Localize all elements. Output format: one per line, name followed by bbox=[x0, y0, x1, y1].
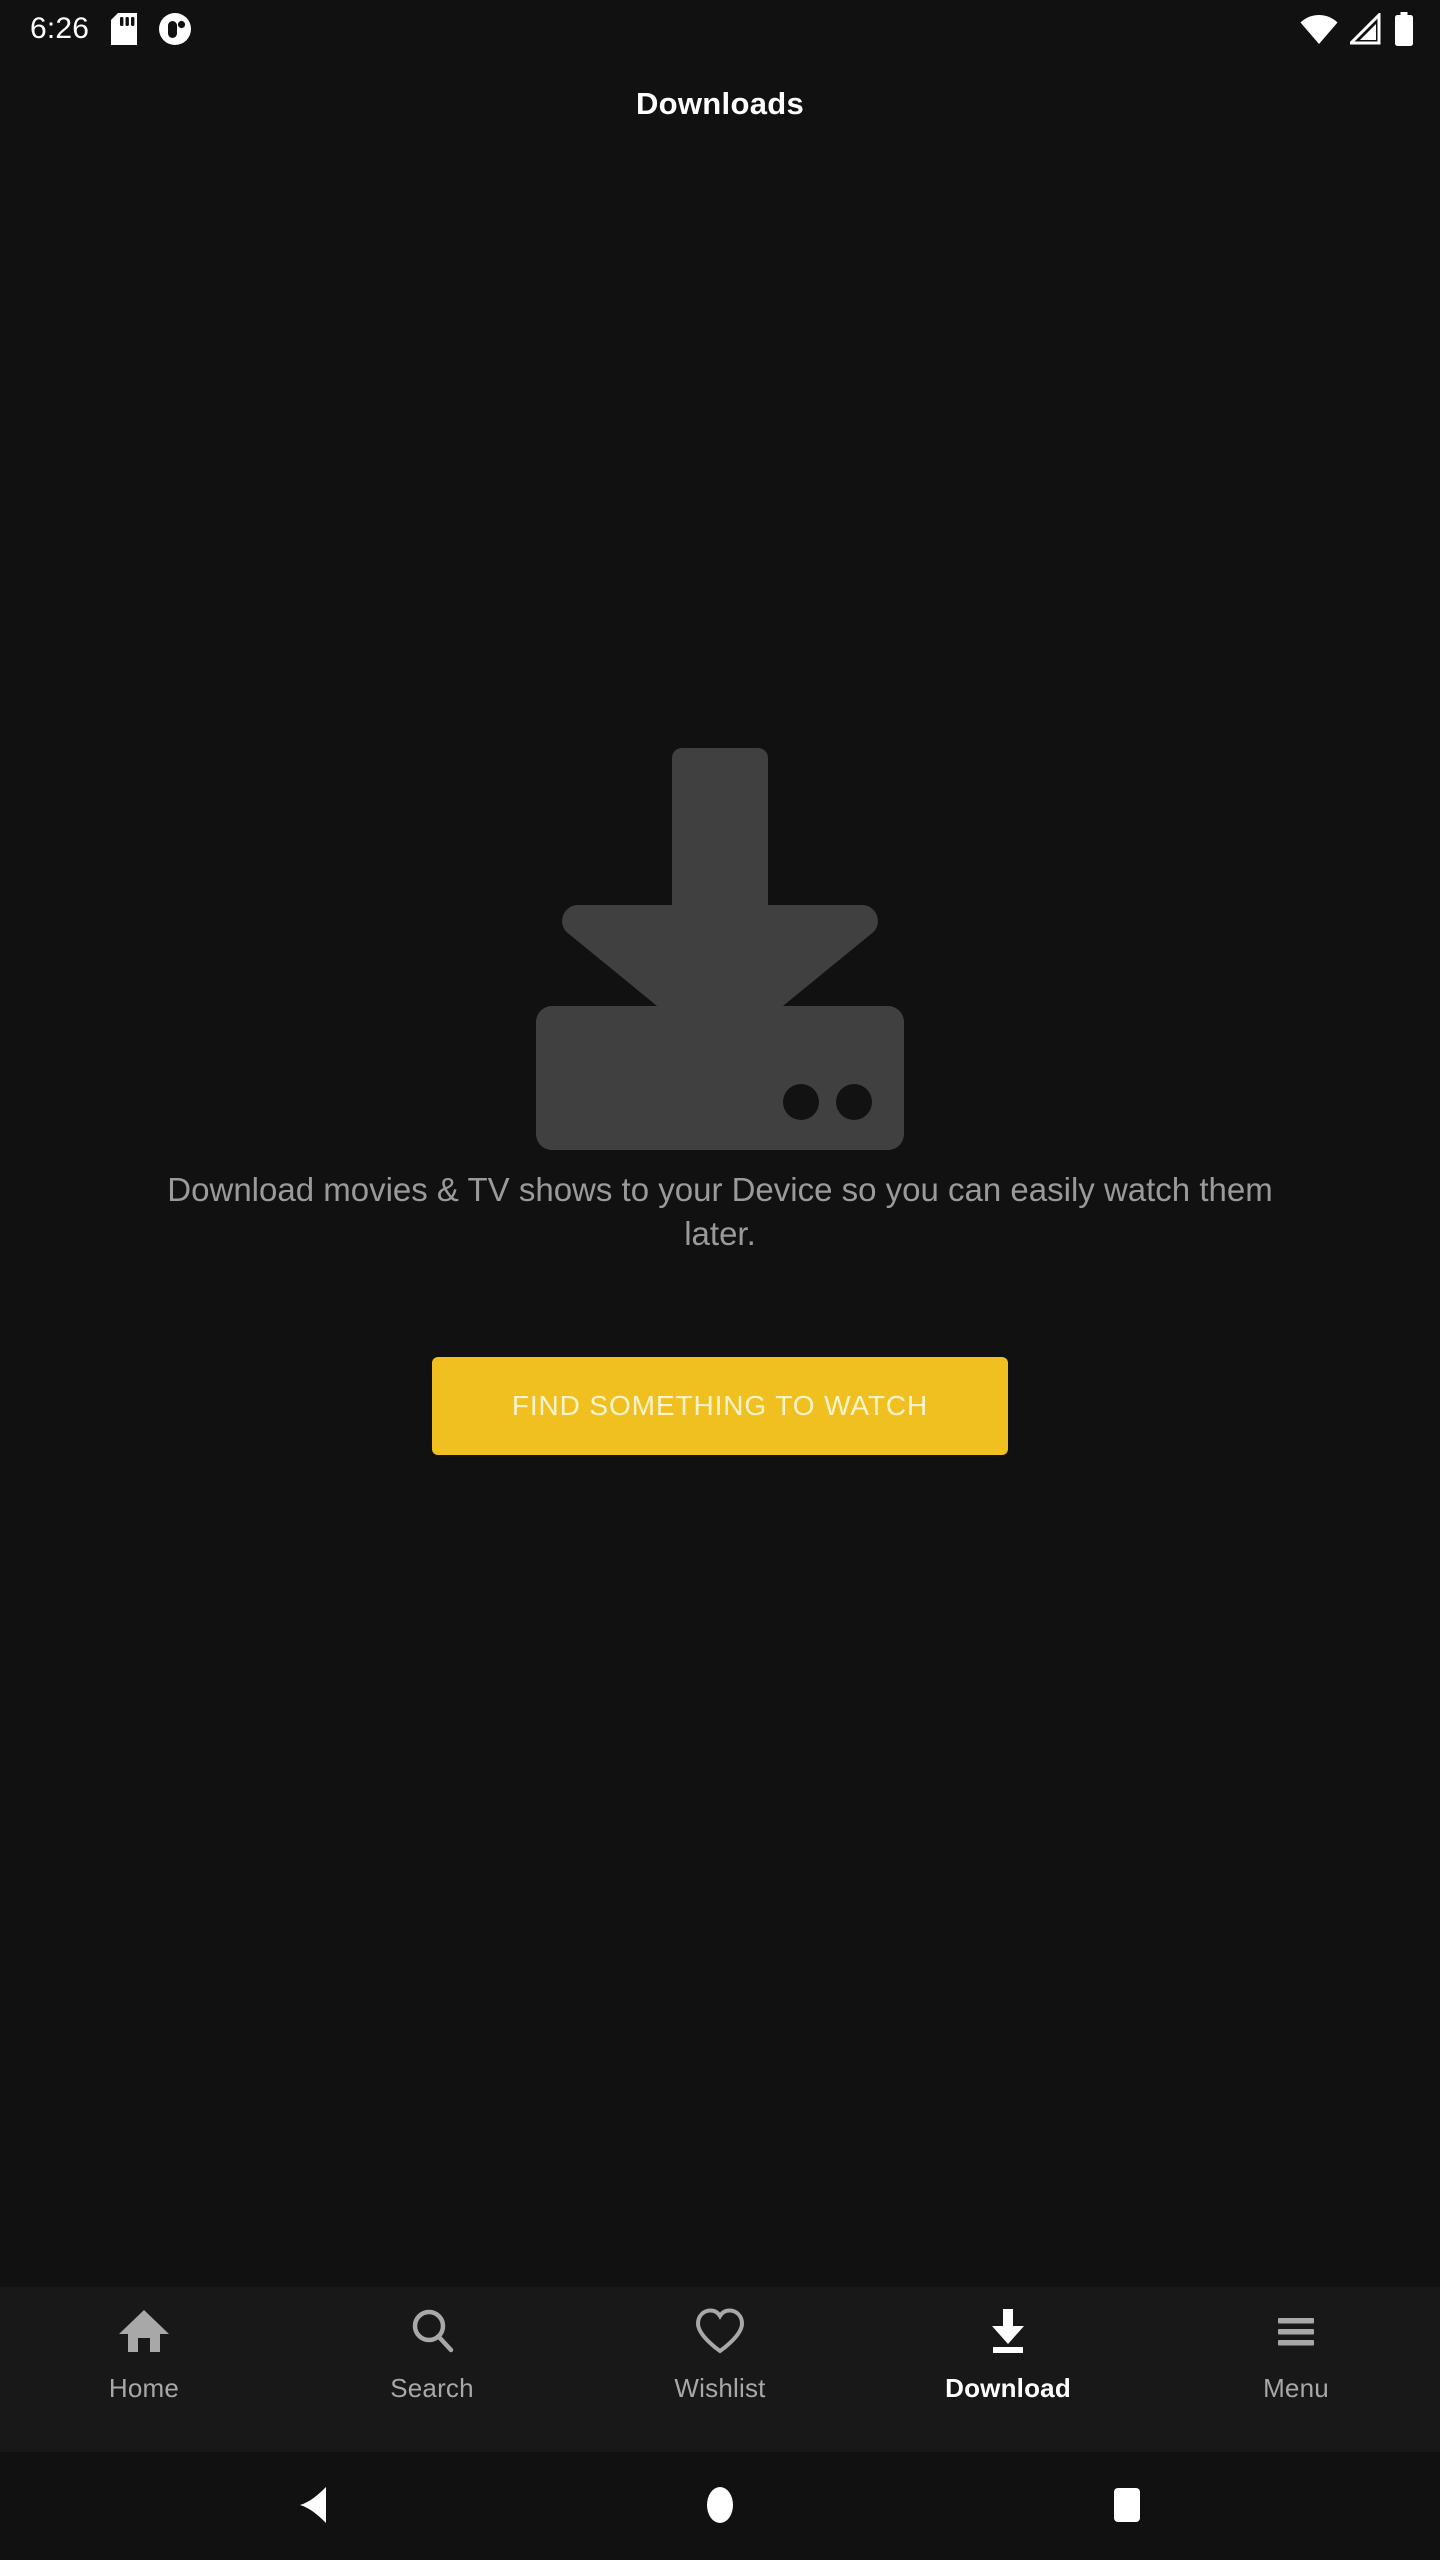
tab-wishlist-label: Wishlist bbox=[674, 2373, 766, 2403]
hamburger-menu-icon bbox=[1270, 2307, 1322, 2359]
status-bar: 6:26 bbox=[0, 0, 1440, 58]
empty-state-message: Download movies & TV shows to your Devic… bbox=[167, 1171, 1273, 1252]
app-bar: Downloads bbox=[0, 58, 1440, 150]
tab-home[interactable]: Home bbox=[0, 2307, 288, 2404]
sd-card-icon bbox=[111, 13, 138, 45]
search-icon bbox=[406, 2307, 458, 2359]
home-icon bbox=[118, 2307, 170, 2359]
download-to-tray-icon bbox=[520, 730, 920, 1150]
wifi-icon bbox=[1300, 13, 1338, 45]
app-notification-icon bbox=[159, 13, 192, 45]
status-bar-right bbox=[1300, 12, 1414, 46]
downloads-content: Download movies & TV shows to your Devic… bbox=[0, 150, 1440, 2287]
page-title: Downloads bbox=[635, 86, 805, 121]
empty-state: Download movies & TV shows to your Devic… bbox=[0, 730, 1440, 1456]
system-back-button[interactable] bbox=[253, 2452, 373, 2560]
app-screen: 6:26 Downloads Download movies & TV show… bbox=[0, 0, 1440, 2560]
tab-home-label: Home bbox=[108, 2373, 180, 2403]
bottom-tab-bar: Home Search Wishlist Download Menu bbox=[0, 2287, 1440, 2452]
download-icon bbox=[982, 2307, 1034, 2359]
tab-menu-label: Menu bbox=[1263, 2373, 1329, 2403]
tab-menu[interactable]: Menu bbox=[1152, 2307, 1440, 2404]
square-recents-icon bbox=[1110, 2485, 1144, 2528]
system-recents-button[interactable] bbox=[1067, 2452, 1187, 2560]
cellular-signal-icon bbox=[1350, 13, 1382, 45]
tab-download-label: Download bbox=[945, 2373, 1071, 2403]
status-bar-left: 6:26 bbox=[30, 12, 192, 46]
battery-icon bbox=[1394, 12, 1414, 46]
tab-search-label: Search bbox=[390, 2373, 474, 2403]
heart-icon bbox=[694, 2307, 746, 2359]
tab-download[interactable]: Download bbox=[864, 2307, 1152, 2404]
circle-home-icon bbox=[703, 2485, 737, 2528]
find-something-to-watch-button[interactable]: FIND SOMETHING TO WATCH bbox=[432, 1357, 1008, 1456]
triangle-back-icon bbox=[296, 2485, 330, 2528]
tab-wishlist[interactable]: Wishlist bbox=[576, 2307, 864, 2404]
tab-search[interactable]: Search bbox=[288, 2307, 576, 2404]
android-system-nav bbox=[0, 2452, 1440, 2560]
status-bar-clock: 6:26 bbox=[30, 12, 90, 45]
system-home-button[interactable] bbox=[660, 2452, 780, 2560]
